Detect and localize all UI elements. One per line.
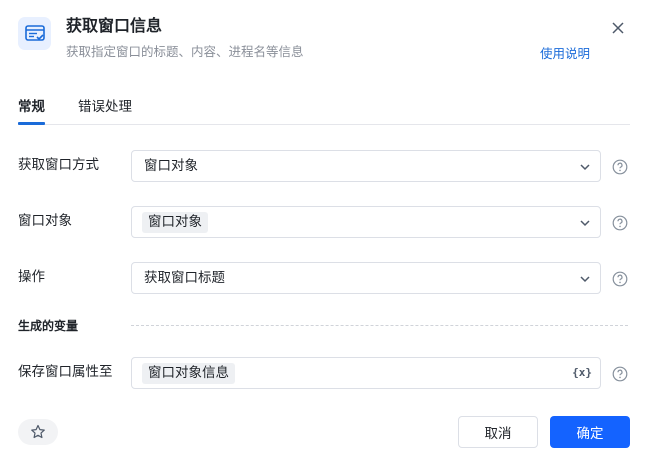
- insert-variable-button[interactable]: {x}: [572, 365, 592, 381]
- help-icon[interactable]: [612, 215, 628, 231]
- save-to-chip: 窗口对象信息: [142, 363, 235, 384]
- operation-label: 操作: [18, 269, 45, 285]
- star-icon: [31, 424, 45, 439]
- help-icon[interactable]: [612, 271, 628, 287]
- method-label: 获取窗口方式: [18, 157, 99, 173]
- chevron-down-icon: [580, 276, 590, 283]
- method-select[interactable]: 窗口对象: [131, 150, 601, 182]
- cancel-button[interactable]: 取消: [458, 416, 538, 448]
- tab-general[interactable]: 常规: [18, 96, 45, 125]
- window-object-chip: 窗口对象: [142, 212, 208, 233]
- window-info-icon: [18, 17, 51, 50]
- window-object-select[interactable]: 窗口对象: [131, 206, 601, 238]
- operation-select[interactable]: 获取窗口标题: [131, 262, 601, 294]
- close-button[interactable]: [608, 18, 628, 38]
- method-value: 窗口对象: [144, 158, 198, 174]
- tab-bar: 常规 错误处理: [18, 96, 630, 125]
- close-icon: [612, 22, 624, 34]
- save-to-label: 保存窗口属性至: [18, 364, 113, 380]
- chevron-down-icon: [580, 220, 590, 227]
- favorite-button[interactable]: [18, 419, 58, 445]
- tab-error-handling[interactable]: 错误处理: [78, 96, 132, 118]
- operation-value: 获取窗口标题: [144, 270, 225, 286]
- help-link[interactable]: 使用说明: [540, 45, 590, 63]
- confirm-button[interactable]: 确定: [550, 416, 630, 448]
- help-icon[interactable]: [612, 366, 628, 382]
- help-icon[interactable]: [612, 159, 628, 175]
- chevron-down-icon: [580, 164, 590, 171]
- generated-variables-heading: 生成的变量: [18, 319, 79, 333]
- dialog-subtitle: 获取指定窗口的标题、内容、进程名等信息: [66, 44, 304, 59]
- window-object-label: 窗口对象: [18, 213, 72, 229]
- save-to-input[interactable]: 窗口对象信息 {x}: [131, 357, 601, 389]
- section-divider: [131, 325, 628, 326]
- dialog-title: 获取窗口信息: [66, 16, 163, 35]
